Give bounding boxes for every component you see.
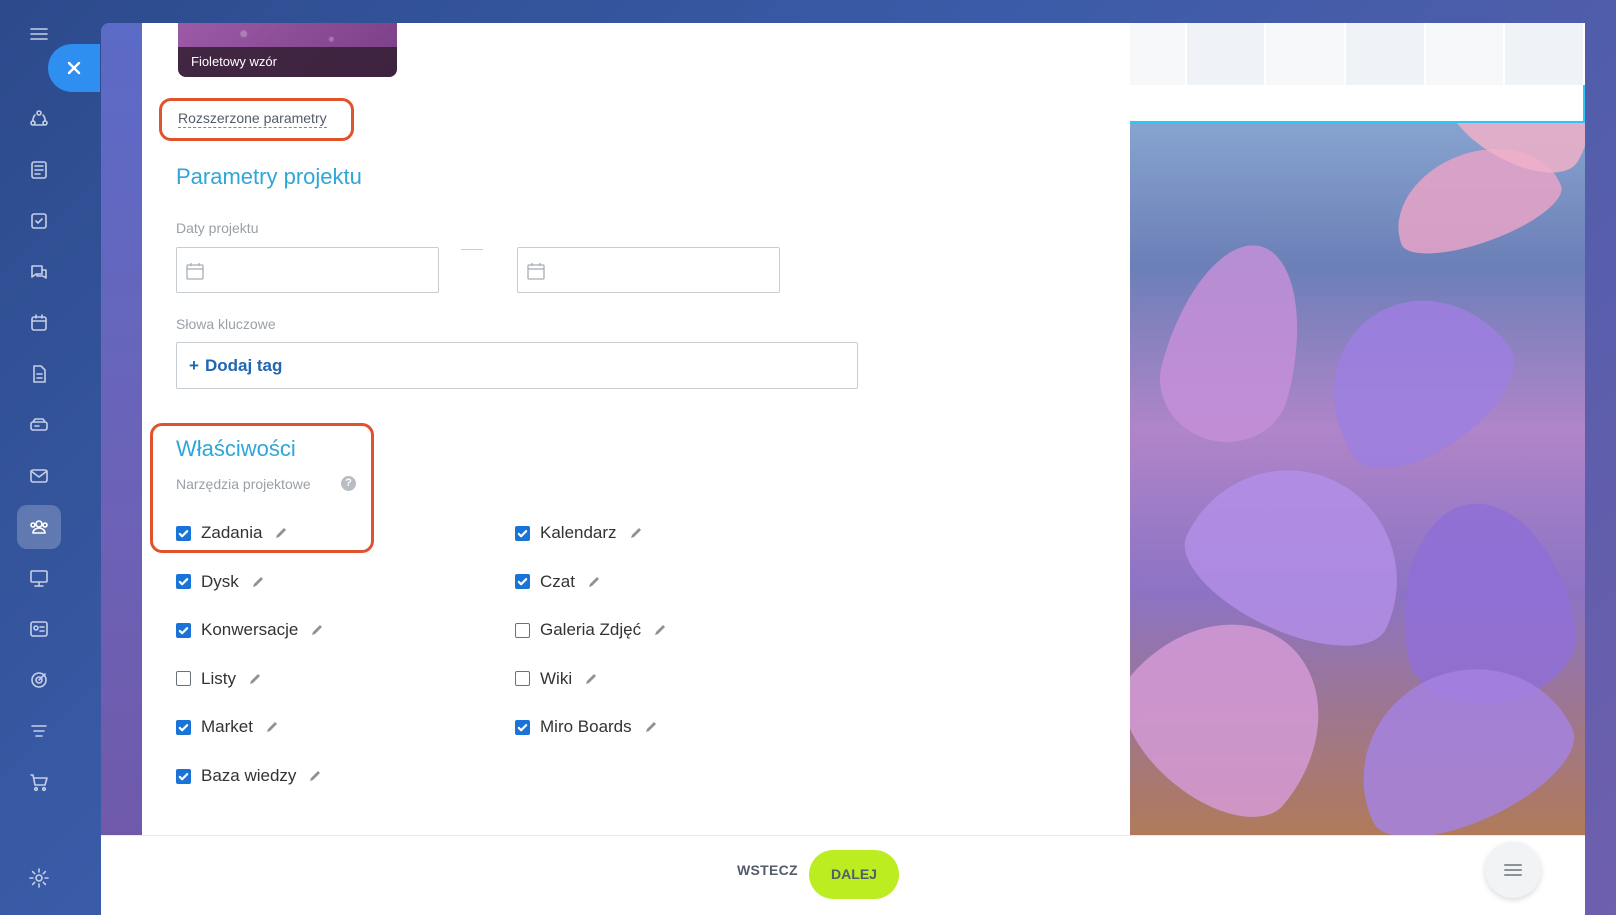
project-settings-form: Fioletowy wzór Rozszerzone parametry Par… [142,23,1130,835]
template-caption: Fioletowy wzór [178,47,397,77]
feature-label: Market [201,717,253,737]
target-icon[interactable] [17,658,61,702]
list-icon [1504,864,1522,876]
feature-item[interactable]: Market [176,715,279,739]
feature-label: Dysk [201,571,239,591]
feature-label: Listy [201,668,236,688]
feature-label: Czat [540,571,575,591]
feature-label: Wiki [540,668,573,688]
project-dates-label: Daty projektu [176,220,259,236]
feature-checkbox[interactable] [515,719,530,735]
back-button[interactable]: WSTECZ [737,862,798,878]
feature-item[interactable]: Zadania [176,521,288,545]
drive-icon[interactable] [17,403,61,447]
feature-checkbox[interactable] [515,671,530,687]
cart-icon[interactable] [17,760,61,804]
next-button[interactable]: DALEJ [809,850,899,899]
feature-item[interactable]: Miro Boards [515,715,658,739]
preview-strip [1107,23,1585,85]
feature-checkbox[interactable] [176,671,191,687]
pencil-icon[interactable] [584,672,598,686]
feature-checkbox[interactable] [176,574,191,590]
groups-icon[interactable] [17,505,61,549]
feature-label: Kalendarz [540,523,617,542]
crm-icon[interactable] [17,607,61,651]
presentation-icon[interactable] [17,556,61,600]
template-card-purple[interactable]: Fioletowy wzór [178,23,397,77]
advanced-parameters-link[interactable]: Rozszerzone parametry [178,109,327,128]
pencil-icon[interactable] [308,769,322,783]
feature-label: Konwersacje [201,620,299,640]
feature-item[interactable]: Wiki [515,667,598,691]
feed-icon[interactable] [17,148,61,192]
feature-checkbox[interactable] [515,622,530,638]
flower-background-image [1130,23,1585,835]
pencil-icon[interactable] [265,720,279,734]
features-heading: Właściwości [176,436,296,461]
docs-icon[interactable] [17,352,61,396]
close-slider-button[interactable] [48,44,100,92]
pencil-icon[interactable] [629,526,643,540]
feature-item[interactable]: Czat [515,570,601,594]
feature-item[interactable]: Kalendarz [515,521,643,545]
feature-item[interactable]: Konwersacje [176,618,324,642]
feature-checkbox[interactable] [176,768,191,784]
feature-item[interactable]: Galeria Zdjęć [515,618,667,642]
calendar-icon [186,263,204,280]
end-date-field[interactable] [517,247,780,293]
mail-icon[interactable] [17,454,61,498]
feature-label: Zadania [201,523,263,542]
menu-icon[interactable] [17,12,61,56]
start-date-field[interactable] [176,247,439,293]
pencil-icon[interactable] [587,575,601,589]
feature-checkbox[interactable] [515,574,530,590]
calendar-icon[interactable] [17,301,61,345]
add-tag-button[interactable]: + Dodaj tag [189,356,282,376]
project-tools-label: Narzędzia projektowe [176,476,311,492]
feature-checkbox[interactable] [176,525,191,541]
feature-label: Baza wiedzy [201,766,297,785]
automation-icon[interactable] [17,709,61,753]
feature-item[interactable]: Dysk [176,570,265,594]
feature-checkbox[interactable] [176,622,191,638]
feature-label: Galeria Zdjęć [540,620,642,640]
pencil-icon[interactable] [248,672,262,686]
pencil-icon[interactable] [644,720,658,734]
project-wizard-panel: Fioletowy wzór Rozszerzone parametry Par… [101,23,1585,915]
date-range-separator [461,249,483,250]
chat-icon[interactable] [17,250,61,294]
feature-checkbox[interactable] [515,525,530,541]
feature-item[interactable]: Listy [176,667,262,691]
pencil-icon[interactable] [310,623,324,637]
keywords-field: + Dodaj tag [176,342,858,389]
connections-icon[interactable] [17,97,61,141]
tasks-icon[interactable] [17,199,61,243]
pencil-icon[interactable] [274,526,288,540]
close-icon [67,61,81,75]
settings-icon[interactable] [17,856,61,900]
help-icon[interactable]: ? [341,476,356,491]
pencil-icon[interactable] [653,623,667,637]
calendar-icon [527,263,545,280]
left-navigation-rail [0,0,76,915]
feature-checkbox[interactable] [176,719,191,735]
pencil-icon[interactable] [251,575,265,589]
wizard-footer: WSTECZ DALEJ [101,835,1585,915]
menu-button[interactable] [1485,842,1541,898]
project-params-heading: Parametry projektu [176,164,362,189]
feature-item[interactable]: Baza wiedzy [176,764,322,788]
feature-label: Miro Boards [540,717,632,737]
keywords-label: Słowa kluczowe [176,316,276,332]
